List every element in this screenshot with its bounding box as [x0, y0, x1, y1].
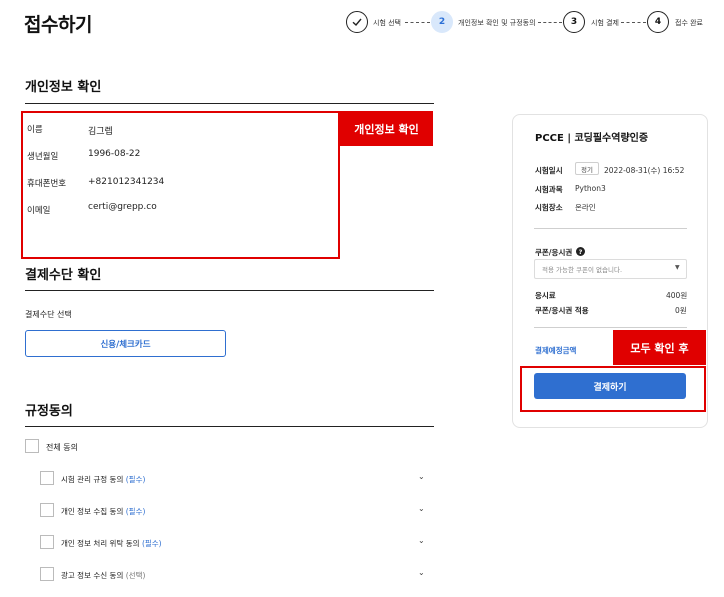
- help-icon[interactable]: ?: [576, 247, 585, 256]
- chevron-down-icon[interactable]: ⌄: [418, 536, 425, 545]
- payment-title: 결제수단 확인: [25, 268, 102, 283]
- section-divider: [25, 103, 434, 104]
- pay-button[interactable]: 결제하기: [534, 373, 686, 399]
- section-divider: [25, 290, 434, 291]
- coupon-select-placeholder: 적용 가능한 쿠폰이 없습니다.: [542, 266, 623, 274]
- step-connector: [538, 22, 562, 23]
- card-divider: [534, 228, 687, 229]
- step-1-label: 시험 선택: [373, 19, 401, 27]
- terms-checkbox-collect[interactable]: [40, 503, 54, 517]
- terms-item-collect-label: 개인 정보 수집 동의 (필수): [61, 507, 146, 516]
- email-value: certi@grepp.co: [88, 202, 157, 212]
- step-4-number: 4: [647, 11, 669, 33]
- chevron-down-icon[interactable]: ⌄: [418, 568, 425, 577]
- personal-info-annotation-tag: 개인정보 확인: [340, 111, 433, 146]
- coupon-label: 쿠폰/응시권: [535, 248, 573, 257]
- page-title: 접수하기: [24, 14, 92, 36]
- payment-method-label: 결제수단 선택: [25, 310, 72, 319]
- step-connector: [621, 22, 646, 23]
- birthdate-value: 1996-08-22: [88, 149, 141, 159]
- step-2-label: 개인정보 확인 및 규정동의: [458, 19, 536, 27]
- section-divider: [25, 426, 434, 427]
- terms-item-rules-label: 시험 관리 규정 동의 (필수): [61, 475, 146, 484]
- chevron-down-icon[interactable]: ⌄: [418, 504, 425, 513]
- step-3-number: 3: [563, 11, 585, 33]
- chevron-down-icon[interactable]: ⌄: [418, 472, 425, 481]
- fee-label: 응시료: [535, 291, 556, 300]
- agree-all-checkbox[interactable]: [25, 439, 39, 453]
- name-value: 김그렙: [88, 127, 113, 137]
- exam-location-value: 온라인: [575, 203, 596, 212]
- terms-checkbox-consign[interactable]: [40, 535, 54, 549]
- card-divider: [534, 327, 687, 328]
- step-3-label: 시험 결제: [591, 19, 619, 27]
- agree-all-label: 전체 동의: [46, 443, 78, 452]
- email-label: 이메일: [27, 206, 51, 216]
- exam-location-label: 시험장소: [535, 203, 563, 212]
- birthdate-label: 생년월일: [27, 152, 59, 162]
- exam-type-badge: 정기: [575, 162, 599, 175]
- exam-subject-value: Python3: [575, 184, 606, 193]
- terms-checkbox-rules[interactable]: [40, 471, 54, 485]
- confirm-annotation-tag: 모두 확인 후: [613, 330, 706, 365]
- name-label: 이름: [27, 125, 43, 135]
- exam-name: PCCE | 코딩필수역량인증: [535, 133, 649, 144]
- terms-item-ads-label: 광고 정보 수신 동의 (선택): [61, 571, 146, 580]
- step-1-check-icon: [346, 11, 368, 33]
- personal-info-title: 개인정보 확인: [25, 80, 102, 95]
- terms-title: 규정동의: [25, 404, 73, 419]
- phone-value: +821012341234: [88, 177, 165, 187]
- discount-label: 쿠폰/응시권 적용: [535, 306, 589, 315]
- dropdown-arrow-icon: ▼: [675, 264, 680, 271]
- step-4-label: 접수 완료: [675, 19, 703, 27]
- step-connector: [405, 22, 430, 23]
- step-2-number: 2: [431, 11, 453, 33]
- exam-date-label: 시험일시: [535, 166, 563, 175]
- personal-info-annotation-box: [21, 111, 340, 259]
- exam-subject-label: 시험과목: [535, 185, 563, 194]
- coupon-select[interactable]: 적용 가능한 쿠폰이 없습니다.: [534, 259, 687, 279]
- total-label: 결제예정금액: [535, 346, 577, 355]
- fee-value: 400원: [666, 291, 688, 300]
- terms-item-consign-label: 개인 정보 처리 위탁 동의 (필수): [61, 539, 162, 548]
- discount-value: 0원: [675, 306, 687, 315]
- terms-checkbox-ads[interactable]: [40, 567, 54, 581]
- exam-date-value: 2022-08-31(수) 16:52: [604, 166, 685, 175]
- phone-label: 휴대폰번호: [27, 179, 67, 189]
- card-payment-button[interactable]: 신용/체크카드: [25, 330, 226, 357]
